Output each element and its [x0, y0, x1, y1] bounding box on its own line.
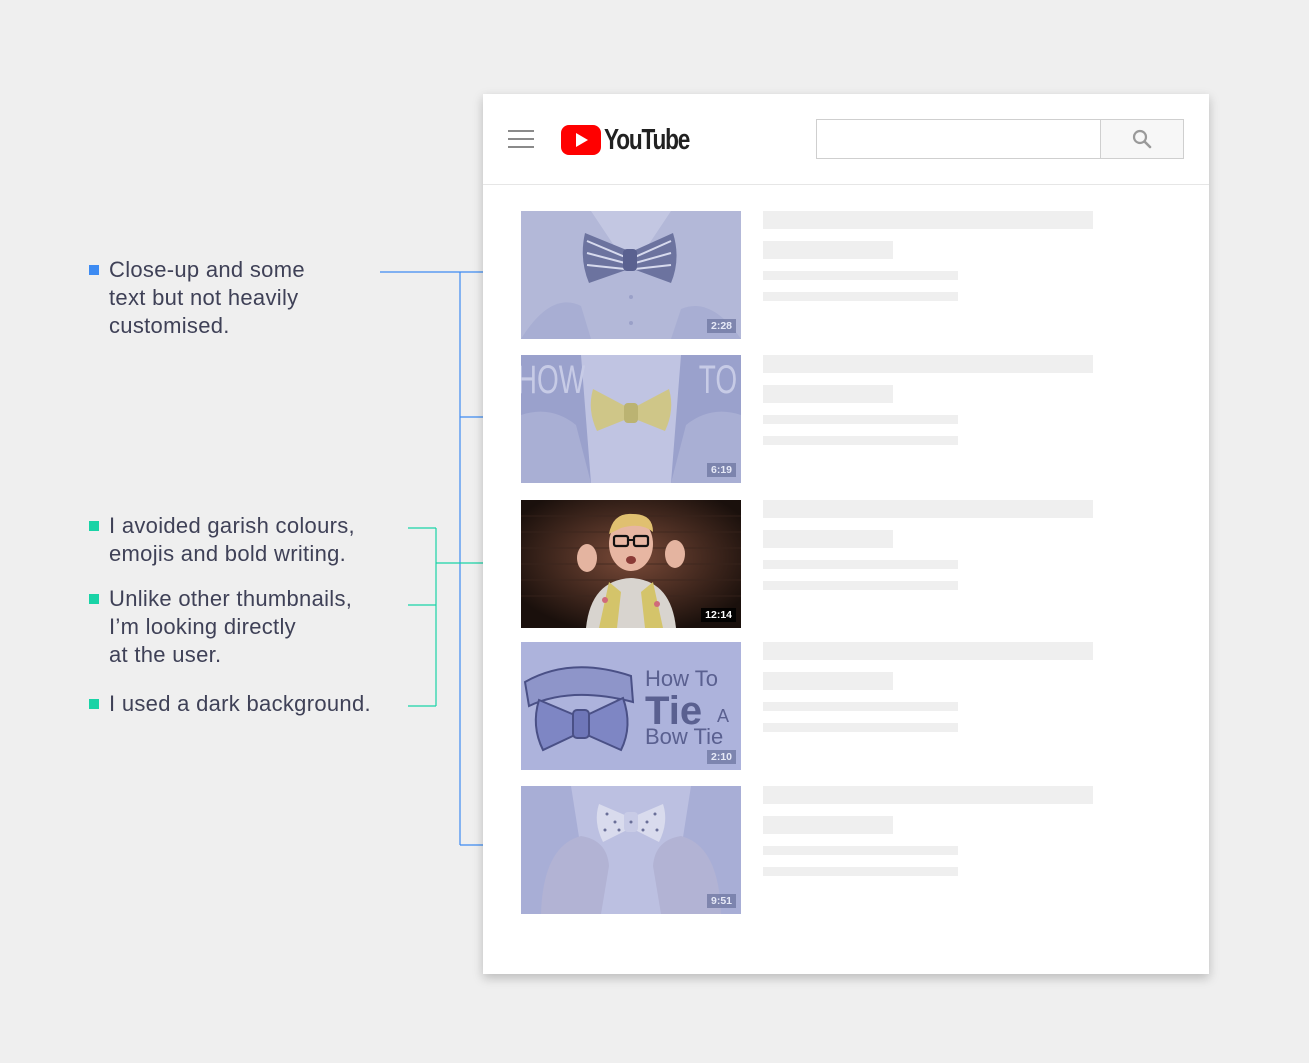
meta-placeholder — [763, 867, 958, 876]
youtube-logo[interactable]: YouTube — [561, 124, 713, 156]
video-duration: 12:14 — [701, 608, 736, 622]
video-duration: 6:19 — [706, 463, 736, 477]
video-row[interactable]: 9:51 — [521, 786, 1181, 914]
video-row[interactable]: 12:14 — [521, 500, 1181, 628]
video-row[interactable]: 2:28 — [521, 211, 1181, 339]
youtube-window: YouTube 2:28 HOW TO 6:19 12:14 How To Ti… — [483, 94, 1209, 974]
meta-placeholder — [763, 702, 958, 711]
video-thumbnail-bowtie-closeup[interactable]: 2:28 — [521, 211, 741, 339]
video-row[interactable]: How To Tie A Bow Tie 2:10 — [521, 642, 1181, 770]
meta-placeholder — [763, 846, 958, 855]
meta-placeholder — [763, 292, 958, 301]
title-placeholder — [763, 786, 1093, 804]
title-placeholder — [763, 642, 1093, 660]
meta-placeholder — [763, 723, 958, 732]
video-thumbnail-illustration[interactable]: How To Tie A Bow Tie 2:10 — [521, 642, 741, 770]
channel-placeholder — [763, 241, 893, 259]
search-input[interactable] — [816, 119, 1100, 159]
video-thumbnail-presenter[interactable]: 12:14 — [521, 500, 741, 628]
svg-text:Bow Tie: Bow Tie — [645, 724, 723, 749]
video-thumbnail-how-to-yellow[interactable]: HOW TO 6:19 — [521, 355, 741, 483]
svg-text:TO: TO — [699, 358, 737, 402]
svg-text:HOW: HOW — [521, 358, 586, 402]
meta-placeholder — [763, 560, 958, 569]
svg-text:A: A — [717, 706, 729, 726]
svg-text:How To: How To — [645, 666, 718, 691]
video-duration: 2:10 — [706, 750, 736, 764]
channel-placeholder — [763, 385, 893, 403]
meta-placeholder — [763, 436, 958, 445]
video-row[interactable]: HOW TO 6:19 — [521, 355, 1181, 483]
video-duration: 9:51 — [706, 894, 736, 908]
channel-placeholder — [763, 816, 893, 834]
title-placeholder — [763, 211, 1093, 229]
meta-placeholder — [763, 581, 958, 590]
meta-placeholder — [763, 271, 958, 280]
title-placeholder — [763, 500, 1093, 518]
video-duration: 2:28 — [706, 319, 736, 333]
channel-placeholder — [763, 672, 893, 690]
title-placeholder — [763, 355, 1093, 373]
logo-text: YouTube — [604, 123, 690, 156]
channel-placeholder — [763, 530, 893, 548]
search-button[interactable] — [1100, 119, 1184, 159]
meta-placeholder — [763, 415, 958, 424]
top-bar: YouTube — [483, 94, 1209, 185]
search-icon — [1132, 129, 1152, 149]
hamburger-menu-icon[interactable] — [508, 130, 534, 150]
youtube-play-icon — [561, 125, 601, 155]
video-thumbnail-polka-dot[interactable]: 9:51 — [521, 786, 741, 914]
